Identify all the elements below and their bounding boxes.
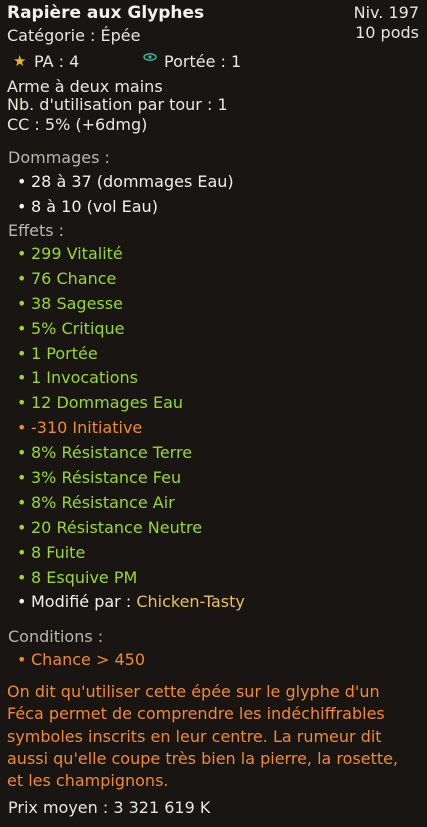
- effects-title: Effets :: [8, 221, 65, 240]
- damages-list: • 28 à 37 (dommages Eau) • 8 à 10 (vol Eau…: [0, 170, 427, 220]
- effect-line: • 8% Résistance Air: [17, 492, 175, 512]
- critical-text: CC : 5% (+6dmg): [7, 115, 148, 134]
- item-tooltip: Rapière aux Glyphes Niv. 197 10 pods Cat…: [0, 0, 427, 827]
- item-category: Catégorie : Épée: [7, 26, 141, 45]
- conditions-title: Conditions :: [8, 627, 104, 646]
- effect-line: • 38 Sagesse: [17, 293, 123, 313]
- damages-title: Dommages :: [8, 148, 110, 167]
- eye-icon: [143, 53, 157, 61]
- range: Portée : 1: [164, 52, 242, 71]
- item-weight: 10 pods: [355, 23, 419, 42]
- damage-line: • 28 à 37 (dommages Eau): [17, 172, 234, 191]
- item-name: Rapière aux Glyphes: [7, 3, 205, 23]
- condition-line: • Chance > 450: [17, 650, 146, 669]
- modified-by-name: Chicken-Tasty: [136, 592, 245, 612]
- item-level: Niv. 197: [353, 3, 419, 22]
- effect-line: • 20 Résistance Neutre: [17, 517, 203, 537]
- effect-line: • 76 Chance: [17, 268, 117, 288]
- effect-line: • 8 Esquive PM: [17, 567, 138, 587]
- effect-line-negative: • -310 Initiative: [17, 418, 143, 438]
- pa-cost: PA : 4: [34, 52, 80, 71]
- star-icon: ★: [13, 52, 27, 70]
- modified-by-line: • Modifié par : Chicken-Tasty: [17, 592, 245, 612]
- effect-line: • 3% Résistance Feu: [17, 468, 182, 488]
- effect-line: • 8 Fuite: [17, 542, 86, 562]
- effect-line: • 8% Résistance Terre: [17, 443, 193, 463]
- effect-line: • 5% Critique: [17, 318, 125, 338]
- effect-line: • 1 Invocations: [17, 368, 138, 388]
- item-description: On dit qu'utiliser cette épée sur le gly…: [7, 682, 399, 791]
- effect-line: • 1 Portée: [17, 343, 98, 363]
- effect-line: • 299 Vitalité: [17, 244, 123, 263]
- effect-line: • 12 Dommages Eau: [17, 393, 184, 413]
- damage-line: • 8 à 10 (vol Eau): [17, 196, 158, 216]
- conditions-list: • Chance > 450: [0, 648, 427, 673]
- modified-by-label: Modifié par :: [31, 592, 137, 612]
- effects-list: • 299 Vitalité • 76 Chance • 38 Sagesse • 5%…: [0, 242, 427, 615]
- average-price: Prix moyen : 3 321 619 K: [8, 798, 211, 817]
- pa-range-line: ★ PA : 4 Portée : 1: [7, 50, 307, 72]
- uses-per-turn-text: Nb. d'utilisation par tour : 1: [7, 95, 228, 114]
